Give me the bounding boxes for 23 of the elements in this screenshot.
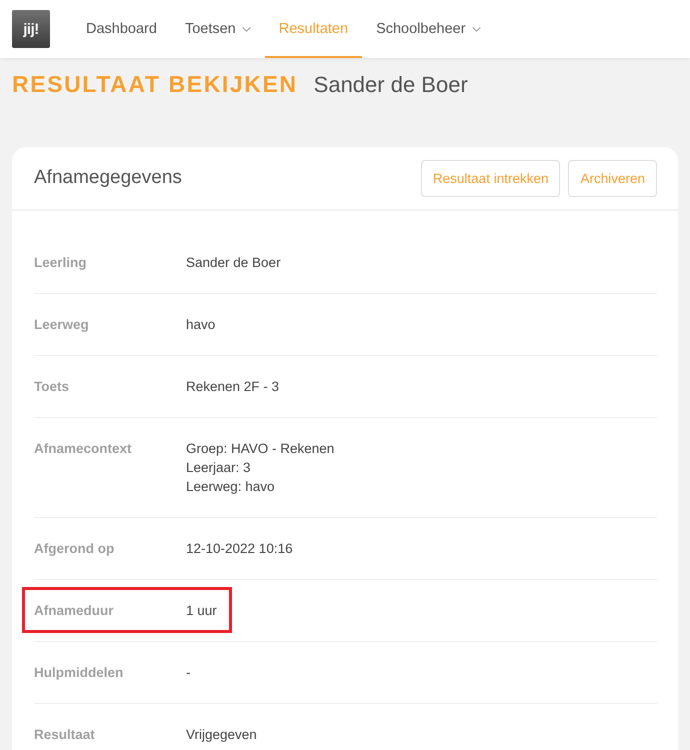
field-value: Groep: HAVO - Rekenen Leerjaar: 3 Leerweg: havo xyxy=(186,440,334,496)
student-name: Sander de Boer xyxy=(314,71,468,99)
field-value: 12-10-2022 10:16 xyxy=(186,540,293,558)
page-title: RESULTAAT BEKIJKEN xyxy=(12,70,298,98)
field-value: - xyxy=(186,664,190,682)
nav-tab[interactable]: Dashboard xyxy=(72,0,171,58)
field-value: 1 uur xyxy=(186,602,217,620)
card-title: Afnamegegevens xyxy=(34,167,182,189)
field-label: Afgerond op xyxy=(34,540,116,558)
logo[interactable]: jij! xyxy=(12,10,50,48)
nav-tab[interactable]: Toetsen xyxy=(170,0,265,58)
field-label: Leerweg xyxy=(34,316,90,334)
field-value: Sander de Boer xyxy=(186,254,281,272)
field-value: havo xyxy=(186,316,216,334)
field-label: Afnamecontext xyxy=(34,440,133,458)
field-label: Resultaat xyxy=(34,726,96,744)
field-value: Rekenen 2F - 3 xyxy=(186,378,280,396)
field-label: Leerling xyxy=(34,254,88,272)
field-label: Afnameduur xyxy=(34,602,115,620)
nav-tab[interactable]: Schoolbeheer xyxy=(362,0,495,58)
field-label: Toets xyxy=(34,378,70,396)
field-label: Hulpmiddelen xyxy=(34,664,124,682)
field-value: Vrijgegeven xyxy=(186,726,257,744)
